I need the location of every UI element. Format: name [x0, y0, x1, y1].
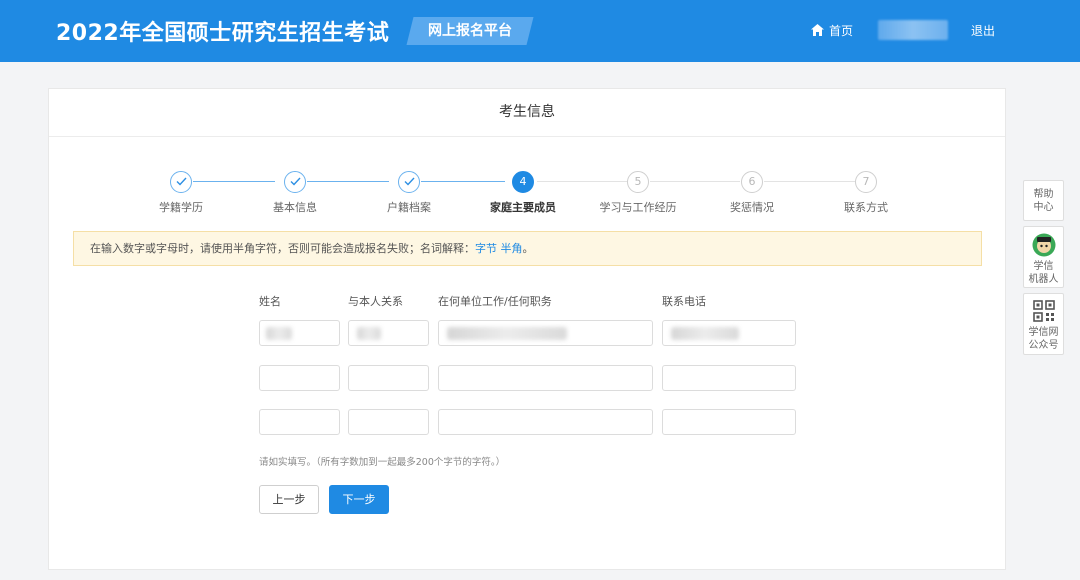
step-label: 基本信息 [273, 201, 317, 214]
platform-tag-label: 网上报名平台 [428, 23, 512, 39]
site-title: 2022年全国硕士研究生招生考试 [56, 21, 390, 46]
member-3-name-input[interactable] [259, 409, 340, 435]
notice-end: 。 [522, 242, 534, 255]
help-center-button[interactable]: 帮助 中心 [1023, 180, 1064, 221]
logout-link[interactable]: 退出 [971, 22, 995, 39]
column-header-employer: 在何单位工作/任何职务 [438, 295, 552, 308]
step-label: 联系方式 [844, 201, 888, 214]
column-header-relation: 与本人关系 [348, 295, 403, 308]
member-1-name-input[interactable] [259, 320, 340, 346]
form-hint: 请如实填写。（所有字数加到一起最多200个字节的字符。） [259, 457, 506, 468]
step-label: 学习与工作经历 [599, 201, 677, 214]
member-2-relation-input[interactable] [348, 365, 429, 391]
step-label: 学籍学历 [159, 201, 203, 214]
platform-tag: 网上报名平台 [406, 17, 534, 45]
column-header-name: 姓名 [259, 295, 281, 308]
member-3-employer-input[interactable] [438, 409, 653, 435]
member-3-relation-input[interactable] [348, 409, 429, 435]
step-6[interactable]: 6 奖惩情况 [687, 171, 817, 215]
step-label: 家庭主要成员 [490, 201, 556, 214]
robot-label-1: 学信 [1033, 261, 1054, 272]
member-2-name-input[interactable] [259, 365, 340, 391]
notice-link-halfwidth[interactable]: 半角 [501, 242, 523, 255]
column-header-phone: 联系电话 [662, 295, 706, 308]
home-icon [811, 24, 824, 36]
member-2-phone-input[interactable] [662, 365, 796, 391]
step-label: 户籍档案 [387, 201, 431, 214]
wechat-label-1: 学信网 [1028, 327, 1059, 338]
home-link-label: 首页 [829, 23, 854, 38]
prev-step-button[interactable]: 上一步 [259, 485, 319, 514]
step-2[interactable]: 基本信息 [230, 171, 360, 215]
notice-banner: 在输入数字或字母时，请使用半角字符，否则可能会造成报名失败；名词解释：字节 半角… [73, 231, 982, 266]
step-5[interactable]: 5 学习与工作经历 [573, 171, 703, 215]
step-7[interactable]: 7 联系方式 [801, 171, 931, 215]
card-title: 考生信息 [49, 89, 1005, 137]
help-center-label-1: 帮助 [1033, 189, 1054, 200]
redacted-value [357, 327, 381, 340]
step-check-icon [284, 171, 306, 193]
step-number: 5 [627, 171, 649, 193]
step-number: 6 [741, 171, 763, 193]
robot-button[interactable]: 学信 机器人 [1023, 226, 1064, 288]
wechat-label-2: 公众号 [1028, 340, 1059, 351]
member-1-phone-input[interactable] [662, 320, 796, 346]
member-1-relation-input[interactable] [348, 320, 429, 346]
redacted-value [266, 327, 292, 340]
redacted-value [447, 327, 567, 340]
step-3[interactable]: 户籍档案 [344, 171, 474, 215]
step-4[interactable]: 4 家庭主要成员 [458, 171, 588, 215]
step-1[interactable]: 学籍学历 [116, 171, 246, 215]
member-3-phone-input[interactable] [662, 409, 796, 435]
wechat-account-button[interactable]: 学信网 公众号 [1023, 293, 1064, 355]
step-number: 7 [855, 171, 877, 193]
qrcode-icon [1032, 300, 1055, 322]
member-2-employer-input[interactable] [438, 365, 653, 391]
step-check-icon [170, 171, 192, 193]
step-check-icon [398, 171, 420, 193]
notice-link-byte[interactable]: 字节 [475, 242, 497, 255]
help-center-label-2: 中心 [1033, 202, 1054, 213]
top-header: 2022年全国硕士研究生招生考试 网上报名平台 首页 退出 [0, 0, 1080, 62]
user-name-redacted [878, 20, 948, 40]
redacted-value [671, 327, 739, 340]
home-link[interactable]: 首页 [811, 21, 853, 39]
main-card: 考生信息 学籍学历 基本信息 户籍档案 4 家庭主要成员 5 学习与工作经历 6… [48, 88, 1006, 570]
next-step-button[interactable]: 下一步 [329, 485, 389, 514]
member-1-employer-input[interactable] [438, 320, 653, 346]
robot-avatar-icon [1032, 233, 1055, 257]
robot-label-2: 机器人 [1028, 274, 1059, 285]
notice-text: 在输入数字或字母时，请使用半角字符，否则可能会造成报名失败；名词解释： [90, 242, 475, 255]
step-label: 奖惩情况 [730, 201, 774, 214]
step-number: 4 [512, 171, 534, 193]
